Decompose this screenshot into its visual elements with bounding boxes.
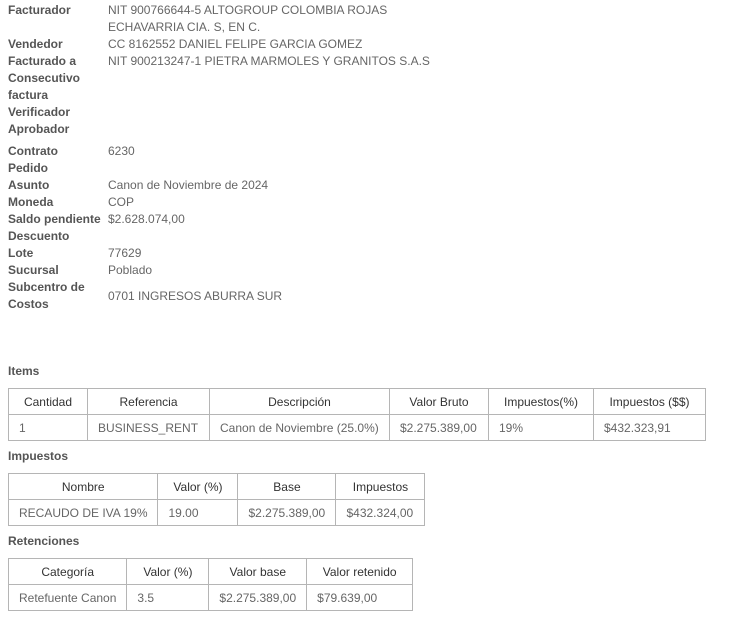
detail-row-facturado-a: Facturado a NIT 900213247-1 PIETRA MARMOL…	[8, 53, 748, 70]
detail-value: 0701 INGRESOS ABURRA SUR	[108, 288, 283, 303]
detail-value-line: NIT 900766644-5 ALTOGROUP COLOMBIA ROJAS	[108, 3, 388, 17]
detail-label: Vendedor	[8, 37, 63, 51]
detail-row-moneda: Moneda COP	[8, 194, 748, 211]
table-cell-valor-retenido: $79.639,00	[306, 584, 414, 611]
column-header-valor-bruto: Valor Bruto	[389, 388, 489, 415]
table-cell-categoria: Retefuente Canon	[7, 584, 128, 611]
detail-value	[108, 228, 748, 245]
table-row: Retefuente Canon 3.5 $2.275.389,00 $79.639,…	[7, 584, 414, 611]
detail-row-sucursal: Sucursal Poblado	[8, 262, 748, 279]
detail-row-descuento: Descuento	[8, 228, 748, 245]
detail-value	[108, 160, 748, 177]
detail-label: Saldo pendiente	[8, 212, 101, 226]
table-cell-referencia: BUSINESS_RENT	[87, 414, 210, 441]
table-cell-valor: 3.5	[126, 584, 210, 611]
table-header-row: Nombre Valor (%) Base Impuestos	[7, 473, 426, 500]
column-header-descripcion: Descripción	[209, 388, 390, 415]
detail-label: Subcentro de Costos	[8, 280, 85, 311]
column-header-valor-base: Valor base	[208, 558, 308, 585]
detail-value	[108, 70, 748, 104]
detail-label: Facturado a	[8, 54, 77, 68]
detail-label: Verificador	[8, 105, 71, 119]
items-section-title: Items	[8, 364, 40, 378]
detail-label: Asunto	[8, 178, 50, 192]
detail-row-lote: Lote 77629	[8, 245, 748, 262]
detail-value: NIT 900766644-5 ALTOGROUP COLOMBIA ROJAS…	[108, 2, 748, 36]
detail-row-verificador: Verificador	[8, 104, 748, 121]
detail-value: COP	[108, 195, 135, 209]
table-cell-nombre: RECAUDO DE IVA 19%	[7, 499, 159, 526]
table-header-row: Cantidad Referencia Descripción Valor Bruto…	[8, 388, 706, 415]
detail-row-facturador: Facturador NIT 900766644-5 ALTOGROUP COLO…	[8, 2, 748, 36]
column-header-nombre: Nombre	[7, 473, 159, 500]
column-header-valor: Valor (%)	[126, 558, 210, 585]
detail-value-line: CC 8162552 DANIEL FELIPE GARCIA GOMEZ	[108, 37, 363, 51]
detail-value-line: ECHAVARRIA CIA. S, EN C.	[108, 20, 261, 34]
table-cell-descripcion: Canon de Noviembre (25.0%)	[209, 414, 390, 441]
taxes-section-title: Impuestos	[8, 449, 69, 463]
detail-value: 6230	[108, 144, 135, 158]
detail-label: Sucursal	[8, 263, 59, 277]
detail-label: Lote	[8, 246, 34, 260]
column-header-valor-retenido: Valor retenido	[306, 558, 414, 585]
table-cell-impuestos: 19%	[488, 414, 594, 441]
detail-row-aprobador: Aprobador	[8, 121, 748, 138]
detail-value: Poblado	[108, 263, 153, 277]
invoice-parties-details: Facturador NIT 900766644-5 ALTOGROUP COLO…	[8, 2, 748, 138]
detail-row-subcentro-de-costos: Subcentro de Costos 0701 INGRESOS ABURRA …	[8, 279, 748, 313]
detail-value: $2.628.074,00	[108, 212, 185, 226]
taxes-table: Nombre Valor (%) Base Impuestos RECAUDO DE I…	[7, 473, 426, 526]
column-header-impuestos: Impuestos	[335, 473, 426, 500]
table-cell-impuestos: $432.323,91	[593, 414, 706, 441]
table-row: RECAUDO DE IVA 19% 19.00 $2.275.389,00 $432…	[7, 499, 426, 526]
column-header-impuestos: Impuestos ($$)	[593, 388, 706, 415]
table-header-row: Categoría Valor (%) Valor base Valor reteni…	[7, 558, 414, 585]
detail-row-pedido: Pedido	[8, 160, 748, 177]
table-cell-base: $2.275.389,00	[237, 499, 337, 526]
detail-value: 77629	[108, 246, 142, 260]
table-cell-valor-base: $2.275.389,00	[208, 584, 308, 611]
detail-label: Moneda	[8, 195, 54, 209]
invoice-contract-details: Contrato 6230 Pedido Asunto Canon de Noviemb…	[8, 143, 748, 313]
column-header-valor: Valor (%)	[157, 473, 239, 500]
detail-row-asunto: Asunto Canon de Noviembre de 2024	[8, 177, 748, 194]
detail-value	[108, 104, 748, 121]
table-cell-impuestos: $432.324,00	[335, 499, 426, 526]
table-cell-valor: 19.00	[157, 499, 239, 526]
detail-label: Consecutivo factura	[8, 71, 81, 102]
detail-value: CC 8162552 DANIEL FELIPE GARCIA GOMEZ	[108, 36, 748, 53]
items-table: Cantidad Referencia Descripción Valor Bruto…	[8, 388, 706, 441]
detail-row-consecutivo-factura: Consecutivo factura	[8, 70, 748, 104]
detail-label: Contrato	[8, 144, 58, 158]
table-cell-cantidad: 1	[8, 414, 88, 441]
detail-label: Aprobador	[8, 122, 70, 136]
detail-label: Descuento	[8, 229, 70, 243]
detail-label: Facturador	[8, 3, 71, 17]
column-header-categoria: Categoría	[7, 558, 128, 585]
column-header-impuestos: Impuestos(%)	[488, 388, 594, 415]
table-cell-valor-bruto: $2.275.389,00	[389, 414, 489, 441]
withholdings-section-title: Retenciones	[8, 534, 80, 548]
withholdings-table: Categoría Valor (%) Valor base Valor reteni…	[7, 558, 414, 611]
detail-label: Pedido	[8, 161, 49, 175]
detail-value-line: NIT 900213247-1 PIETRA MARMOLES Y GRANIT…	[108, 54, 430, 68]
detail-value	[108, 121, 748, 138]
detail-value: Canon de Noviembre de 2024	[108, 178, 269, 192]
column-header-referencia: Referencia	[87, 388, 210, 415]
detail-row-saldo-pendiente: Saldo pendiente $2.628.074,00	[8, 211, 748, 228]
detail-row-contrato: Contrato 6230	[8, 143, 748, 160]
detail-value: NIT 900213247-1 PIETRA MARMOLES Y GRANIT…	[108, 53, 748, 70]
detail-row-vendedor: Vendedor CC 8162552 DANIEL FELIPE GARCIA …	[8, 36, 748, 53]
table-row: 1 BUSINESS_RENT Canon de Noviembre (25.0%)…	[8, 414, 706, 441]
column-header-base: Base	[237, 473, 337, 500]
column-header-cantidad: Cantidad	[8, 388, 88, 415]
